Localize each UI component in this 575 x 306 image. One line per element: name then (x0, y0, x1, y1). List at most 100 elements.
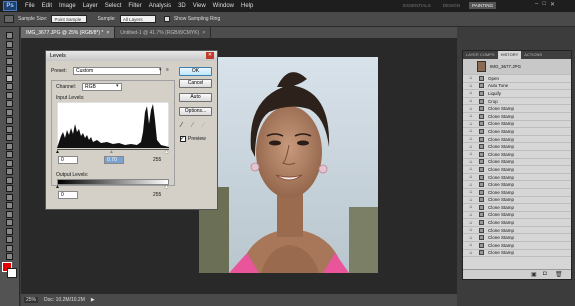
history-item[interactable]: ⌂ Clone Stamp (463, 204, 571, 212)
history-item[interactable]: ⌂ Clone Stamp (463, 219, 571, 227)
history-brush-icon[interactable]: ⌂ (466, 212, 476, 218)
cancel-button[interactable]: Cancel (179, 79, 212, 88)
white-point-slider[interactable]: ▲ (164, 149, 169, 155)
document-tab[interactable]: IMG_3677.JPG @ 25% (RGB/8*) * × (21, 27, 116, 38)
maximize-icon[interactable]: □ (542, 1, 546, 8)
history-item[interactable]: ⌂ Clone Stamp (463, 242, 571, 250)
menu-item-filter[interactable]: Filter (128, 3, 141, 9)
output-black-field[interactable]: 0 (58, 191, 78, 199)
photo-canvas[interactable] (199, 57, 378, 273)
close-icon[interactable]: × (202, 30, 205, 36)
history-brush-icon[interactable]: ⌂ (466, 250, 476, 256)
menu-item-window[interactable]: Window (213, 3, 234, 9)
panel-tab-history[interactable]: HISTORY (497, 51, 522, 59)
history-brush-icon[interactable]: ⌂ (466, 220, 476, 226)
history-brush-icon[interactable]: ⌂ (466, 121, 476, 127)
history-brush-icon[interactable]: ⌂ (466, 166, 476, 172)
output-black-slider[interactable]: ▲ (55, 184, 60, 190)
history-item[interactable]: ⌂ Clone Stamp (463, 212, 571, 220)
history-item[interactable]: ⌂ Clone Stamp (463, 174, 571, 182)
history-brush-icon[interactable]: ⌂ (466, 151, 476, 157)
minimize-icon[interactable]: – (535, 1, 538, 8)
new-snapshot-icon[interactable]: ◘ (543, 271, 547, 277)
status-arrow-icon[interactable]: ▶ (91, 297, 95, 303)
gray-eyedropper-icon[interactable]: ⁄ (192, 122, 193, 129)
sponge-tool-icon[interactable] (5, 252, 15, 261)
input-black-field[interactable]: 0 (58, 156, 78, 164)
history-brush-icon[interactable]: ⌂ (466, 189, 476, 195)
history-item[interactable]: ⌂ Clone Stamp (463, 113, 571, 121)
black-eyedropper-icon[interactable]: ⁄ (181, 122, 182, 129)
history-item[interactable]: ⌂ Clone Stamp (463, 250, 571, 258)
new-document-icon[interactable]: ▣ (531, 271, 537, 278)
history-brush-icon[interactable]: ⌂ (466, 159, 476, 165)
history-brush-icon[interactable]: ⌂ (466, 136, 476, 142)
levels-titlebar[interactable]: Levels ✕ (46, 51, 217, 61)
close-icon[interactable]: ✕ (206, 52, 214, 59)
history-item[interactable]: ⌂ Clone Stamp (463, 166, 571, 174)
panel-tab-layer-comps[interactable]: LAYER COMPS (463, 51, 498, 59)
output-white-value[interactable]: 255 (153, 192, 161, 198)
history-item[interactable]: ⌂ Auto Tone (463, 83, 571, 91)
output-white-slider[interactable]: ▲ (164, 184, 169, 190)
workspace-essentials[interactable]: ESSENTIALS (400, 2, 434, 9)
history-brush-icon[interactable]: ⌂ (466, 235, 476, 241)
history-item[interactable]: ⌂ Clone Stamp (463, 105, 571, 113)
menu-item-view[interactable]: View (193, 3, 206, 9)
trash-icon[interactable]: 🗑 (555, 271, 563, 278)
history-brush-icon[interactable]: ⌂ (466, 174, 476, 180)
close-icon[interactable]: ✕ (550, 1, 555, 8)
workspace-painting[interactable]: PAINTING (469, 2, 496, 9)
sample-select[interactable]: All Layers (119, 15, 156, 23)
history-brush-icon[interactable]: ⌂ (466, 144, 476, 150)
history-item[interactable]: ⌂ Clone Stamp (463, 234, 571, 243)
background-color-swatch[interactable] (7, 268, 17, 278)
history-item[interactable]: ⌂ Clone Stamp (463, 197, 571, 205)
auto-button[interactable]: Auto (179, 93, 212, 102)
history-brush-icon[interactable]: ⌂ (466, 204, 476, 210)
history-brush-icon[interactable]: ⌂ (466, 128, 476, 134)
history-brush-icon[interactable]: ⌂ (466, 113, 476, 119)
menu-item-3d[interactable]: 3D (178, 3, 186, 9)
history-brush-icon[interactable]: ⌂ (466, 242, 476, 248)
close-icon[interactable]: × (106, 30, 109, 36)
menu-item-layer[interactable]: Layer (83, 3, 98, 9)
history-item[interactable]: ⌂ Clone Stamp (463, 136, 571, 144)
ok-button[interactable]: OK (179, 67, 212, 76)
history-item[interactable]: ⌂ Clone Stamp (463, 189, 571, 197)
history-item[interactable]: ⌂ Clone Stamp (463, 227, 571, 235)
black-point-slider[interactable]: ▲ (55, 149, 60, 155)
sample-size-select[interactable]: Point Sample (51, 15, 88, 23)
history-item[interactable]: ⌂ Open (463, 75, 571, 83)
eyedropper-tool-icon[interactable] (4, 15, 14, 23)
history-brush-icon[interactable]: ⌂ (466, 98, 476, 104)
history-snapshot[interactable]: IMG_3677.JPG (463, 59, 571, 75)
history-brush-icon[interactable]: ⌂ (466, 90, 476, 96)
menu-item-file[interactable]: File (25, 3, 35, 9)
preset-options-icon[interactable]: ≡ (166, 67, 169, 73)
panel-tab-actions[interactable]: ACTIONS (521, 51, 545, 59)
history-item[interactable]: ⌂ Clone Stamp (463, 151, 571, 159)
history-item[interactable]: ⌂ Clone Stamp (463, 121, 571, 129)
menu-item-help[interactable]: Help (241, 3, 253, 9)
history-item[interactable]: ⌂ Clone Stamp (463, 181, 571, 189)
history-item[interactable]: ⌂ Clone Stamp (463, 159, 571, 167)
history-brush-icon[interactable]: ⌂ (466, 197, 476, 203)
options-button[interactable]: Options... (179, 107, 212, 116)
history-item[interactable]: ⌂ Clone Stamp (463, 143, 571, 151)
input-white-value[interactable]: 255 (153, 157, 161, 163)
history-item[interactable]: ⌂ Liquify (463, 90, 571, 98)
history-brush-icon[interactable]: ⌂ (466, 227, 476, 233)
history-brush-icon[interactable]: ⌂ (466, 106, 476, 112)
menu-item-analysis[interactable]: Analysis (149, 3, 171, 9)
input-gamma-field[interactable]: 0.70 (104, 156, 124, 164)
menu-item-image[interactable]: Image (59, 3, 76, 9)
history-brush-icon[interactable]: ⌂ (466, 75, 476, 81)
history-item[interactable]: ⌂ Clone Stamp (463, 128, 571, 136)
workspace-design[interactable]: DESIGN (440, 2, 463, 9)
history-brush-icon[interactable]: ⌂ (466, 83, 476, 89)
document-tab[interactable]: Untitled-1 @ 41.7% (RGB/8/CMYK) × (115, 27, 212, 38)
history-brush-icon[interactable]: ⌂ (466, 182, 476, 188)
zoom-level[interactable]: 25% (24, 297, 39, 303)
white-eyedropper-icon[interactable]: ⁄ (203, 122, 204, 129)
